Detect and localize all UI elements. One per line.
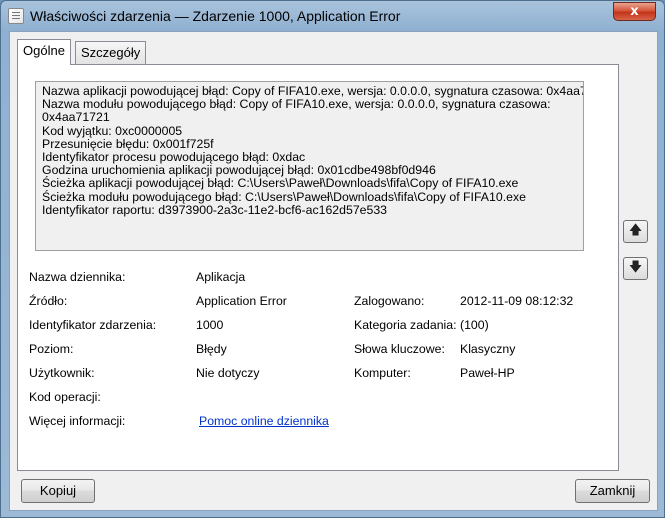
- online-help-link[interactable]: Pomoc online dziennika: [199, 414, 329, 428]
- event-properties-window: Właściwości zdarzenia — Zdarzenie 1000, …: [0, 0, 665, 518]
- level-value: Błędy: [196, 342, 227, 356]
- window-close-button[interactable]: x: [613, 2, 656, 21]
- general-tab-panel: Nazwa aplikacji powodującej błąd: Copy o…: [17, 64, 619, 471]
- logged-value: 2012-11-09 08:12:32: [460, 294, 574, 308]
- description-line: Ścieżka modułu powodującego błąd: C:\Use…: [42, 189, 526, 204]
- source-label: Źródło:: [29, 294, 68, 308]
- window-title: Właściwości zdarzenia — Zdarzenie 1000, …: [30, 8, 401, 24]
- keywords-value: Klasyczny: [460, 342, 516, 356]
- arrow-up-icon: 🡅: [628, 223, 643, 238]
- user-label: Użytkownik:: [29, 366, 95, 380]
- level-label: Poziom:: [29, 342, 74, 356]
- next-event-button[interactable]: 🡇: [623, 257, 648, 280]
- tab-details[interactable]: Szczegóły: [75, 41, 147, 64]
- title-bar[interactable]: Właściwości zdarzenia — Zdarzenie 1000, …: [1, 1, 664, 31]
- logged-label: Zalogowano:: [354, 294, 425, 308]
- close-button[interactable]: Zamknij: [575, 479, 650, 503]
- computer-value: Paweł-HP: [460, 366, 515, 380]
- event-viewer-app-icon: [8, 8, 24, 24]
- keywords-label: Słowa kluczowe:: [354, 342, 445, 356]
- arrow-down-icon: 🡇: [628, 260, 643, 275]
- tab-general-label: Ogólne: [23, 43, 65, 58]
- copy-button-label: Kopiuj: [39, 483, 77, 498]
- event-id-value: 1000: [196, 318, 224, 332]
- description-line: Identyfikator raportu: d3973900-2a3c-11e…: [42, 202, 388, 217]
- log-name-label: Nazwa dziennika:: [29, 270, 126, 284]
- task-category-label: Kategoria zadania:: [354, 318, 457, 332]
- event-id-label: Identyfikator zdarzenia:: [29, 318, 157, 332]
- source-value: Application Error: [196, 294, 287, 308]
- close-button-label: Zamknij: [589, 483, 636, 498]
- description-line: Nazwa modułu powodującego błąd: Copy of …: [42, 97, 551, 125]
- opcode-label: Kod operacji:: [29, 390, 101, 404]
- description-line: Ścieżka aplikacji powodującej błąd: C:\U…: [42, 176, 519, 191]
- event-description-box[interactable]: Nazwa aplikacji powodującej błąd: Copy o…: [35, 81, 584, 251]
- description-line: Kod wyjątku: 0xc0000005: [42, 123, 183, 138]
- tab-details-label: Szczegóły: [81, 45, 141, 60]
- task-category-value: (100): [460, 318, 489, 332]
- user-value: Nie dotyczy: [196, 366, 260, 380]
- previous-event-button[interactable]: 🡅: [623, 220, 648, 243]
- copy-button[interactable]: Kopiuj: [21, 479, 95, 503]
- log-name-value: Aplikacja: [196, 270, 246, 284]
- more-info-label: Więcej informacji:: [29, 414, 126, 428]
- close-icon: x: [630, 4, 639, 19]
- dialog-body: Ogólne Szczegóły Nazwa aplikacji powoduj…: [9, 31, 658, 511]
- computer-label: Komputer:: [354, 366, 411, 380]
- tab-general[interactable]: Ogólne: [17, 39, 71, 65]
